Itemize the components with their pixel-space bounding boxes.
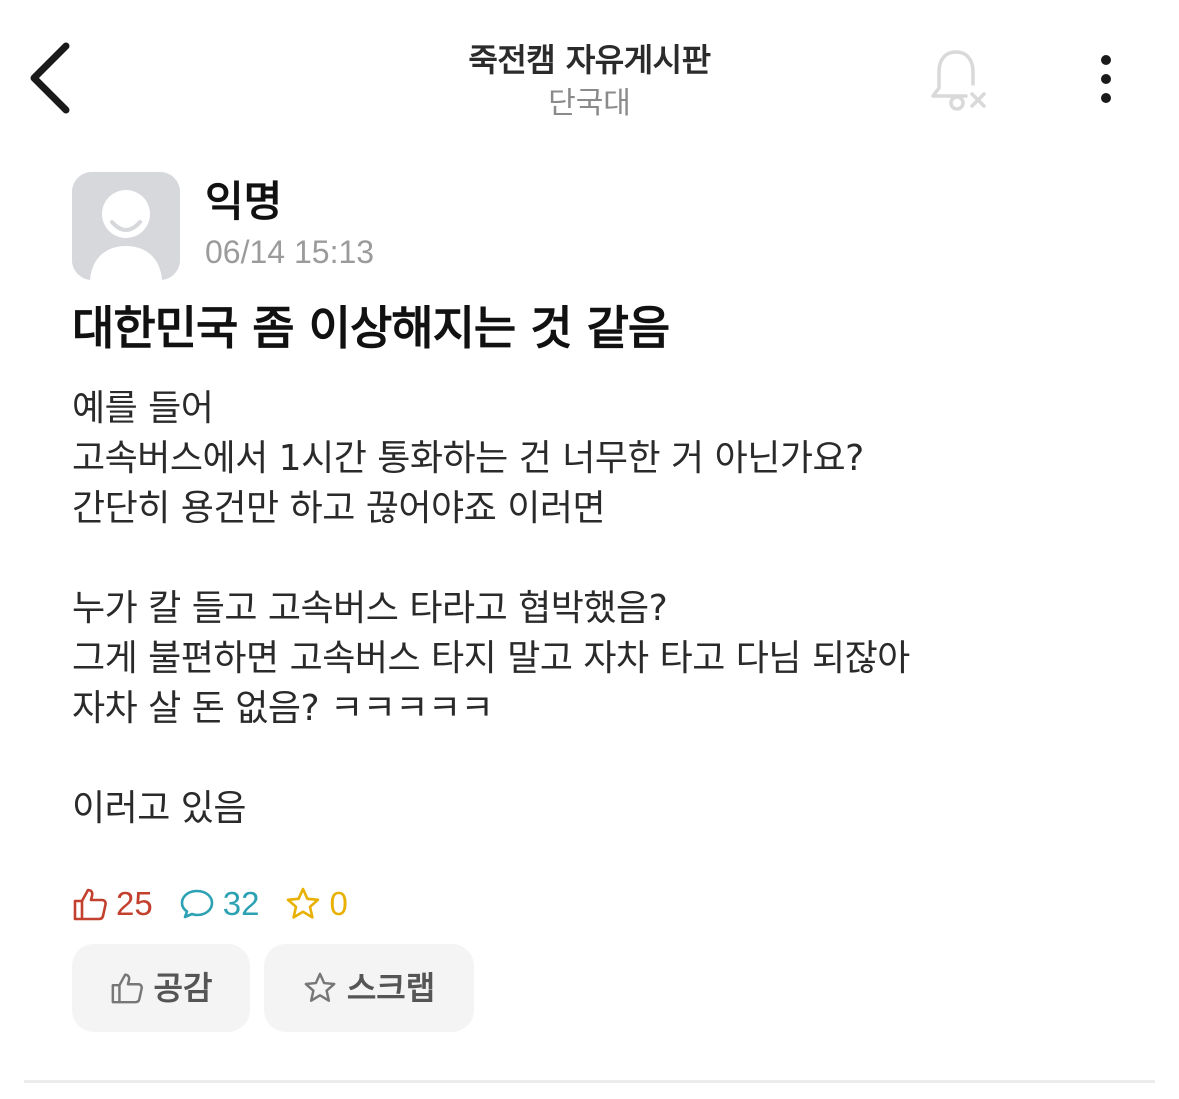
scrap-button[interactable]: 스크랩: [264, 944, 474, 1032]
speech-bubble-icon: [180, 889, 214, 919]
vertical-dots-icon: [1101, 55, 1111, 103]
back-button[interactable]: [22, 38, 82, 118]
body-line: 고속버스에서 1시간 통화하는 건 너무한 거 아닌가요?: [72, 438, 864, 479]
avatar: [72, 172, 180, 280]
body-line: 간단히 용건만 하고 끊어야죠 이러면: [72, 488, 606, 529]
post-actions: 공감 스크랩: [72, 944, 488, 1032]
scrap-count: 0: [285, 882, 348, 926]
post-title: 대한민국 좀 이상해지는 것 같음: [72, 301, 670, 355]
thumbs-up-icon: [111, 973, 143, 1004]
body-line: 자차 살 돈 없음? ㅋㅋㅋㅋㅋ: [72, 688, 494, 729]
like-count: 25: [72, 882, 153, 926]
post-body: 예를 들어 고속버스에서 1시간 통화하는 건 너무한 거 아닌가요? 간단히 …: [72, 384, 1132, 834]
board-title: 죽전캠 자유게시판: [468, 41, 711, 79]
bell-off-icon: [931, 50, 986, 111]
body-line: 누가 칼 들고 고속버스 타라고 협박했음?: [72, 588, 668, 629]
comment-count: 32: [179, 882, 260, 926]
star-icon: [287, 887, 320, 919]
star-icon: [304, 972, 336, 1002]
post-author: 익명 06/14 15:13: [72, 172, 772, 280]
body-line: [72, 734, 1132, 784]
notification-button[interactable]: [926, 48, 990, 114]
post-timestamp: 06/14 15:13: [205, 234, 375, 270]
top-bar: 죽전캠 자유게시판 단국대: [0, 0, 1179, 140]
empathy-label: 공감: [153, 969, 213, 1007]
school-name: 단국대: [548, 86, 631, 121]
scrap-label: 스크랩: [346, 969, 436, 1007]
body-line: 그게 불편하면 고속버스 타지 말고 자차 타고 다님 되잖아: [72, 638, 910, 679]
comment-count-value: 32: [222, 885, 260, 922]
body-line: 예를 들어: [72, 388, 214, 429]
empathy-button[interactable]: 공감: [72, 944, 250, 1032]
header-titles: 죽전캠 자유게시판 단국대: [0, 38, 1179, 126]
body-line: 이러고 있음: [72, 788, 247, 829]
author-name: 익명: [205, 177, 283, 226]
thumbs-up-icon: [73, 888, 107, 921]
post-stats: 25 32 0: [72, 882, 374, 926]
body-line: [72, 534, 1132, 584]
divider: [24, 1080, 1155, 1083]
like-count-value: 25: [116, 885, 153, 922]
scrap-count-value: 0: [329, 885, 348, 922]
more-options-button[interactable]: [1086, 52, 1126, 108]
chevron-left-icon: [30, 42, 70, 114]
default-avatar-icon: [72, 172, 180, 280]
